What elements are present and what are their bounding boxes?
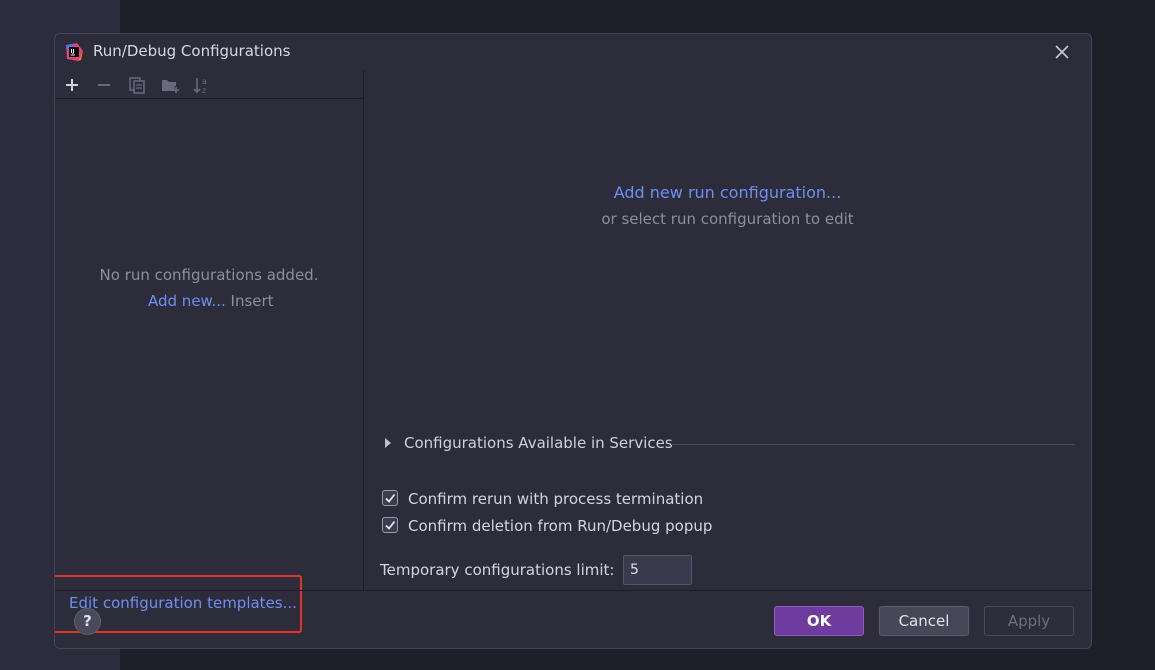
minus-icon[interactable] xyxy=(93,74,115,96)
check-icon xyxy=(385,520,396,530)
expand-triangle-icon xyxy=(385,438,391,448)
confirm-deletion-row: Confirm deletion from Run/Debug popup xyxy=(382,516,882,538)
add-new-link[interactable]: Add new... xyxy=(148,292,226,310)
ok-button[interactable]: OK xyxy=(774,606,864,636)
cancel-button[interactable]: Cancel xyxy=(879,606,969,636)
configurations-list-pane: a z No run configurations added. Add new… xyxy=(55,70,364,633)
close-icon[interactable] xyxy=(1051,41,1073,63)
dialog-title: Run/Debug Configurations xyxy=(93,42,291,60)
run-debug-dialog: IJ Run/Debug Configurations a z No run c… xyxy=(54,33,1092,649)
select-hint-text: or select run configuration to edit xyxy=(601,210,854,228)
intellij-idea-icon: IJ xyxy=(66,43,83,61)
sort-alpha-icon[interactable]: a z xyxy=(191,74,213,96)
add-new-row: Add new... Insert xyxy=(148,292,274,310)
add-new-shortcut: Insert xyxy=(230,292,274,310)
confirm-deletion-label: Confirm deletion from Run/Debug popup xyxy=(408,517,713,535)
plus-icon[interactable] xyxy=(61,74,83,96)
services-section-label: Configurations Available in Services xyxy=(404,434,673,452)
confirm-deletion-checkbox[interactable] xyxy=(382,517,398,533)
svg-text:a: a xyxy=(202,77,207,86)
configuration-editor-pane: Add new run configuration... or select r… xyxy=(364,70,1091,590)
apply-button[interactable]: Apply xyxy=(984,606,1074,636)
empty-list-message: No run configurations added. xyxy=(99,266,319,284)
services-section-toggle[interactable]: Configurations Available in Services xyxy=(385,433,1075,455)
temp-limit-label: Temporary configurations limit: xyxy=(380,561,615,579)
confirm-rerun-row: Confirm rerun with process termination xyxy=(382,489,882,511)
svg-text:z: z xyxy=(202,86,206,95)
help-button[interactable]: ? xyxy=(74,608,101,635)
configurations-toolbar: a z xyxy=(55,70,363,99)
check-icon xyxy=(385,493,396,503)
copy-icon[interactable] xyxy=(126,74,148,96)
confirm-rerun-checkbox[interactable] xyxy=(382,490,398,506)
new-folder-icon[interactable] xyxy=(159,74,181,96)
svg-text:IJ: IJ xyxy=(71,49,75,55)
add-new-run-configuration-link[interactable]: Add new run configuration... xyxy=(364,183,1091,202)
temp-limit-input[interactable] xyxy=(623,555,692,585)
section-divider xyxy=(671,444,1075,445)
confirm-rerun-label: Confirm rerun with process termination xyxy=(408,490,704,508)
dialog-footer: ? OK Cancel Apply xyxy=(55,590,1091,648)
dialog-titlebar: IJ Run/Debug Configurations xyxy=(55,34,1091,70)
